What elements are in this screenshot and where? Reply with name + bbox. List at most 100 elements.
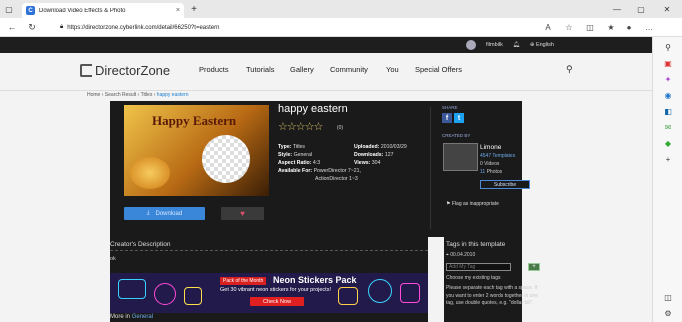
maximize-button[interactable]: ▢ bbox=[630, 0, 652, 18]
creator-name[interactable]: Limone bbox=[480, 144, 501, 151]
add-tag-input[interactable] bbox=[446, 263, 511, 271]
creator-photos-word: Photos bbox=[486, 169, 503, 175]
sidebar-layout-icon[interactable]: ◫ bbox=[661, 291, 675, 303]
neon-sticker-decoration bbox=[368, 279, 392, 303]
template-thumbnail[interactable]: Happy Eastern bbox=[124, 105, 269, 196]
browser-tab[interactable]: C Download Video Effects & Photo × bbox=[22, 3, 184, 18]
nav-products[interactable]: Products bbox=[199, 65, 229, 74]
choose-existing-tags-link[interactable]: Choose my existing tags bbox=[446, 275, 542, 283]
tags-section: Tags in this template ⌖ 00.04.2010 + Cho… bbox=[444, 237, 540, 322]
views-label: Views: bbox=[354, 160, 371, 166]
tab-title: Download Video Effects & Photo bbox=[39, 7, 126, 14]
tag-date: 00.04.2010 bbox=[450, 252, 476, 258]
sidebar-outlook-icon[interactable]: ✉ bbox=[661, 121, 675, 133]
minimize-button[interactable]: — bbox=[606, 0, 628, 18]
read-aloud-icon[interactable]: A bbox=[541, 20, 555, 34]
flower-decoration bbox=[130, 157, 170, 189]
language-selector[interactable]: ⊕ English bbox=[530, 42, 554, 48]
breadcrumb-separator: › bbox=[101, 92, 104, 98]
promo-banner[interactable]: Pack of the Month Neon Stickers Pack Get… bbox=[110, 273, 428, 313]
breadcrumb-home[interactable]: Home bbox=[87, 92, 100, 98]
sidebar-add-icon[interactable]: + bbox=[661, 153, 675, 165]
neon-sticker-decoration bbox=[400, 283, 420, 303]
logo-text: DirectorZone bbox=[95, 63, 171, 78]
profile-avatar-icon[interactable]: ● bbox=[622, 20, 636, 34]
breadcrumb-titles[interactable]: Titles bbox=[141, 92, 153, 98]
downloads-label: Downloads: bbox=[354, 152, 384, 158]
nav-community[interactable]: Community bbox=[330, 65, 368, 74]
more-category-link[interactable]: General bbox=[132, 314, 153, 320]
template-title: happy eastern bbox=[278, 103, 348, 115]
sidebar-office-icon[interactable]: ◧ bbox=[661, 105, 675, 117]
flag-inappropriate-link[interactable]: ⚑ Flag as inappropriate bbox=[446, 201, 499, 207]
nav-tutorials[interactable]: Tutorials bbox=[246, 65, 274, 74]
notification-bell-icon[interactable]: 🔔︎ bbox=[513, 42, 520, 48]
sidebar-shopping-icon[interactable]: ▣ bbox=[661, 57, 675, 69]
tab-actions-icon[interactable]: ▢ bbox=[0, 0, 18, 18]
favorites-list-icon[interactable]: ★ bbox=[604, 20, 618, 34]
directorzone-logo[interactable]: DirectorZone bbox=[80, 63, 170, 78]
heart-plus-icon: ♥ bbox=[240, 209, 245, 218]
language-label: English bbox=[535, 42, 554, 48]
subscribe-button[interactable]: Subscribe bbox=[480, 180, 530, 189]
photo-placeholder bbox=[202, 135, 250, 183]
breadcrumb: Home › Search Result › Titles › happy ea… bbox=[87, 92, 189, 98]
tab-bar: ▢ C Download Video Effects & Photo × + bbox=[0, 0, 682, 18]
nav-gallery[interactable]: Gallery bbox=[290, 65, 314, 74]
creator-templates[interactable]: 4547 Templates bbox=[480, 153, 515, 159]
sidebar-settings-icon[interactable]: ⚙ bbox=[661, 307, 675, 319]
tag-item[interactable]: ⌖ 00.04.2010 bbox=[446, 252, 475, 258]
available-value-2: ActionDirector 1~3 bbox=[315, 176, 358, 182]
more-menu-icon[interactable]: … bbox=[642, 20, 656, 34]
type-value: Titles bbox=[292, 144, 306, 150]
neon-sticker-decoration bbox=[118, 279, 146, 299]
refresh-icon[interactable]: ↻ bbox=[24, 19, 40, 35]
sidebar-search-icon[interactable]: ⚲ bbox=[661, 41, 675, 53]
breadcrumb-current: happy eastern bbox=[156, 92, 189, 98]
user-avatar[interactable] bbox=[466, 40, 477, 50]
banner-subtitle: Get 30 vibrant neon stickers for your pr… bbox=[220, 287, 331, 293]
web-page: filmbilk 🔔︎ ⊕ English DirectorZone Produ… bbox=[0, 37, 652, 322]
download-button[interactable]: ⤓ Download bbox=[124, 207, 205, 220]
nav-you[interactable]: You bbox=[386, 65, 399, 74]
style-value: General bbox=[293, 152, 313, 158]
download-icon: ⤓ bbox=[146, 210, 150, 216]
description-title: Creator's Description bbox=[110, 241, 171, 248]
creator-photos-count[interactable]: 11 bbox=[480, 169, 485, 175]
back-arrow-icon[interactable]: ← bbox=[4, 19, 20, 35]
facebook-icon[interactable]: f bbox=[442, 113, 452, 123]
sidebar-games-icon[interactable]: ◉ bbox=[661, 89, 675, 101]
rating-stars-icon[interactable]: ☆☆☆☆☆ bbox=[278, 120, 323, 133]
sidebar-drop-icon[interactable]: ◆ bbox=[661, 137, 675, 149]
lock-icon: 🔒︎ bbox=[60, 24, 64, 30]
search-icon[interactable]: ⚲ bbox=[566, 64, 573, 75]
creator-avatar[interactable] bbox=[443, 143, 478, 171]
close-window-button[interactable]: ✕ bbox=[656, 0, 678, 18]
favorite-button[interactable]: ♥ bbox=[221, 207, 264, 220]
creator-photos: 11 Photos bbox=[480, 169, 502, 175]
new-tab-button[interactable]: + bbox=[187, 2, 201, 16]
share-label: SHARE bbox=[442, 105, 458, 110]
breadcrumb-search-result[interactable]: Search Result bbox=[105, 92, 136, 98]
check-now-button[interactable]: Check Now bbox=[250, 297, 304, 306]
add-tag-button[interactable]: + bbox=[528, 263, 540, 271]
banner-title: Neon Stickers Pack bbox=[273, 275, 357, 285]
cyberlink-favicon-icon: C bbox=[26, 6, 35, 15]
username[interactable]: filmbilk bbox=[486, 42, 503, 48]
available-label: Available For: bbox=[278, 168, 313, 174]
tab-close-icon[interactable]: × bbox=[176, 7, 180, 14]
favorite-star-icon[interactable]: ☆ bbox=[562, 20, 576, 34]
url-field[interactable]: 🔒︎ https://directorzone.cyberlink.com/de… bbox=[56, 20, 576, 35]
nav-special-offers[interactable]: Special Offers bbox=[415, 65, 462, 74]
aspect-value: 4:3 bbox=[312, 160, 321, 166]
neon-sticker-decoration bbox=[184, 287, 202, 305]
breadcrumb-separator: › bbox=[137, 92, 140, 98]
split-screen-icon[interactable]: ◫ bbox=[583, 20, 597, 34]
neon-sticker-decoration bbox=[154, 283, 176, 305]
download-label: Download bbox=[155, 210, 183, 217]
description-section: Creator's Description ok Pack of the Mon… bbox=[110, 237, 428, 322]
more-label: More in bbox=[110, 314, 131, 320]
twitter-icon[interactable]: t bbox=[454, 113, 464, 123]
sidebar-tools-icon[interactable]: ✦ bbox=[661, 73, 675, 85]
creator-videos: 0 Videos bbox=[480, 161, 500, 167]
